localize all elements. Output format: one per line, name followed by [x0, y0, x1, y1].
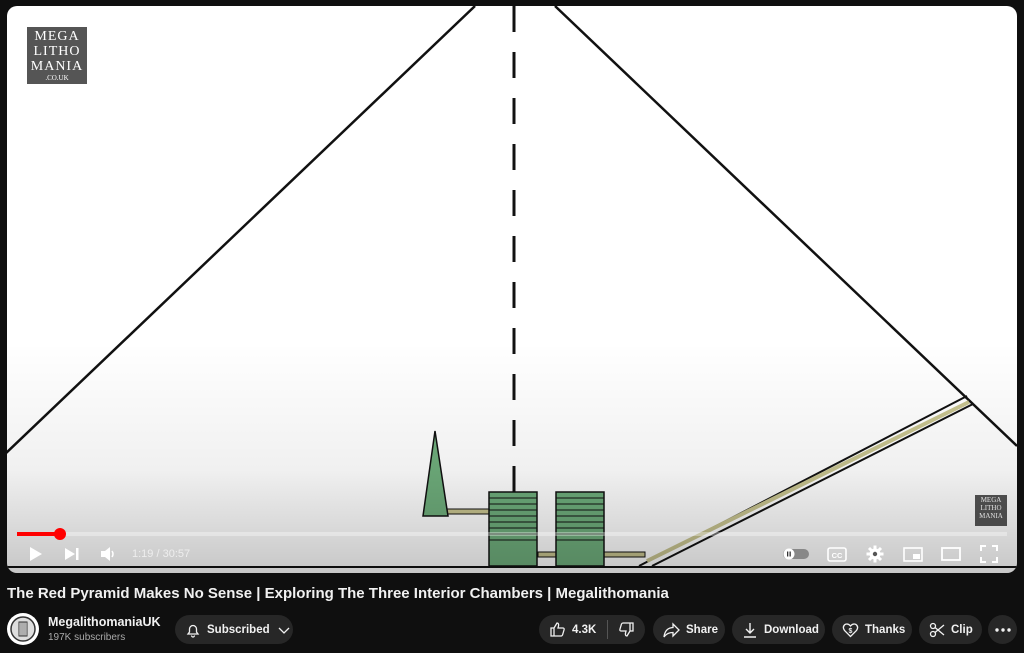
passage-fill — [646, 400, 970, 563]
play-icon — [30, 547, 42, 561]
like-dislike-group: 4.3K — [539, 615, 645, 644]
channel-logo-icon — [10, 616, 36, 642]
thumbs-down-icon — [619, 622, 634, 637]
upper-passage — [446, 508, 491, 515]
download-button[interactable]: Download — [732, 615, 825, 644]
skip-next-icon — [65, 548, 79, 560]
fullscreen-button[interactable] — [977, 542, 1001, 566]
theater-mode-button[interactable] — [939, 542, 963, 566]
svg-text:$: $ — [849, 628, 853, 635]
more-horizontal-icon — [994, 627, 1011, 632]
thumbs-up-icon — [550, 622, 565, 637]
subscribed-button[interactable]: Subscribed — [175, 615, 293, 644]
clip-label: Clip — [951, 623, 973, 636]
miniplayer-button[interactable] — [901, 542, 925, 566]
player-controls: 1:19 / 30:57 CC — [7, 542, 1017, 566]
share-button[interactable]: Share — [653, 615, 725, 644]
like-button[interactable]: 4.3K — [549, 621, 596, 638]
subtitles-button[interactable]: CC — [825, 542, 849, 566]
channel-owner: MegalithomaniaUK 197K subscribers — [7, 612, 161, 646]
autoplay-toggle[interactable] — [781, 542, 811, 566]
svg-text:CC: CC — [832, 551, 843, 560]
corner-watermark-logo[interactable]: MEGA LITHO MANIA — [975, 495, 1007, 526]
scrubber-knob[interactable] — [53, 528, 66, 540]
chevron-down-icon — [278, 627, 290, 634]
pyramid-diagram-frame — [7, 6, 1017, 568]
subscribed-label: Subscribed — [207, 623, 270, 636]
volume-icon — [101, 547, 114, 561]
play-button[interactable] — [25, 542, 47, 566]
bell-icon — [186, 624, 200, 638]
channel-name[interactable]: MegalithomaniaUK — [48, 615, 161, 629]
next-button[interactable] — [61, 542, 83, 566]
channel-watermark-logo: MEGA LITHO MANIA .CO.UK — [27, 27, 87, 84]
gear-icon — [866, 545, 884, 563]
autoplay-toggle-icon — [783, 548, 809, 560]
upper-chamber — [422, 430, 449, 517]
channel-avatar[interactable] — [7, 613, 39, 645]
thanks-button[interactable]: $ Thanks — [832, 615, 912, 644]
video-title: The Red Pyramid Makes No Sense | Explori… — [7, 585, 669, 602]
clip-button[interactable]: Clip — [919, 615, 982, 644]
share-label: Share — [686, 623, 718, 636]
time-display: 1:19 / 30:57 — [132, 548, 191, 560]
super-thanks-heart-icon: $ — [842, 622, 859, 637]
pyramid-right-side — [554, 6, 1017, 447]
video-player[interactable]: MEGA LITHO MANIA .CO.UK MEGA LITHO MANIA… — [7, 6, 1017, 573]
share-arrow-icon — [663, 621, 680, 638]
mute-button[interactable] — [97, 542, 119, 566]
more-actions-button[interactable] — [988, 615, 1017, 644]
progress-bar[interactable] — [17, 528, 1007, 540]
settings-button[interactable] — [863, 542, 887, 566]
subscriber-count: 197K subscribers — [48, 632, 126, 643]
thanks-label: Thanks — [865, 623, 906, 636]
theater-mode-icon — [941, 547, 961, 561]
fullscreen-icon — [980, 545, 998, 563]
download-label: Download — [764, 623, 819, 636]
miniplayer-icon — [903, 546, 923, 562]
scissors-icon — [929, 622, 945, 637]
closed-captions-icon: CC — [827, 546, 847, 562]
dislike-button[interactable] — [618, 621, 635, 638]
like-count: 4.3K — [572, 623, 597, 636]
like-divider — [607, 620, 609, 639]
download-icon — [744, 622, 756, 638]
